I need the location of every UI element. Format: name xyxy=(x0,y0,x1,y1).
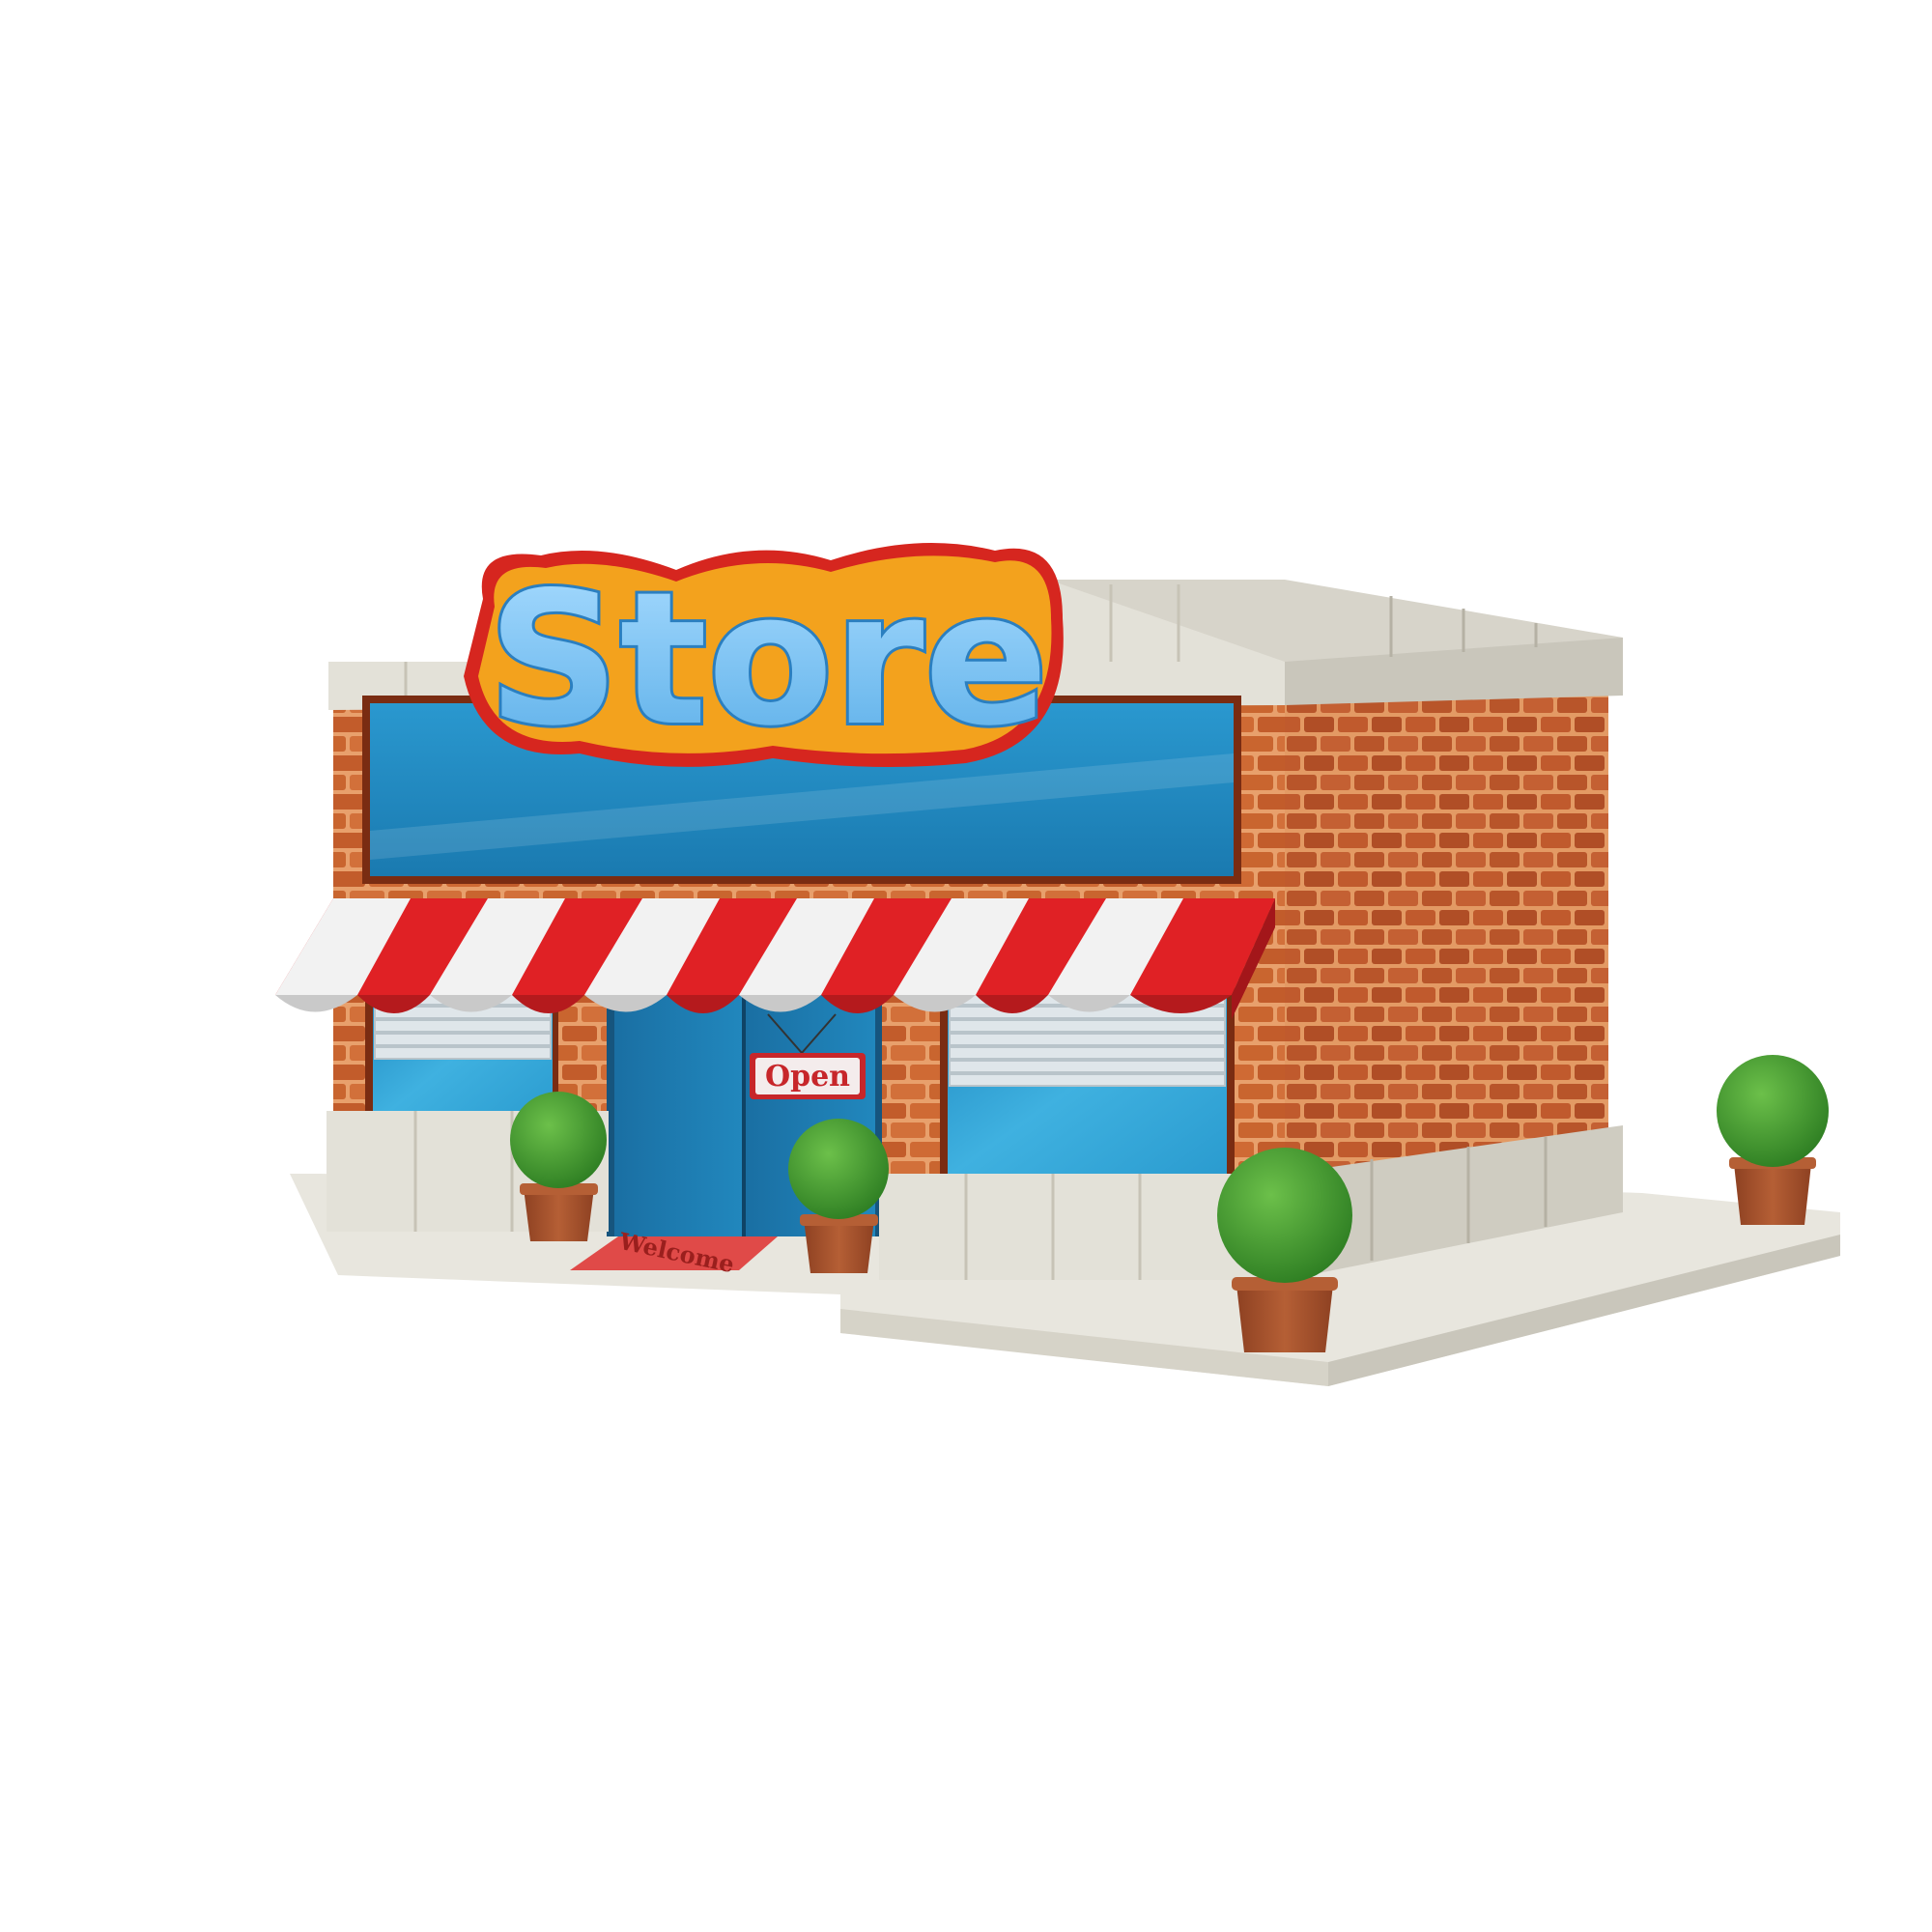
shrub-leaves-icon xyxy=(788,1119,889,1219)
store-sign: Store xyxy=(464,543,1064,769)
shrub-leaves-icon xyxy=(1217,1148,1352,1283)
shrub-leaves-icon xyxy=(510,1092,607,1188)
potted-shrub-4 xyxy=(1717,1055,1829,1225)
open-sign-text: Open xyxy=(765,1060,850,1094)
storefront-illustration: Store Open Welcome xyxy=(275,543,1840,1386)
open-sign: Open xyxy=(750,1053,866,1099)
store-sign-text: Store xyxy=(488,553,1049,766)
shrub-leaves-icon xyxy=(1717,1055,1829,1167)
